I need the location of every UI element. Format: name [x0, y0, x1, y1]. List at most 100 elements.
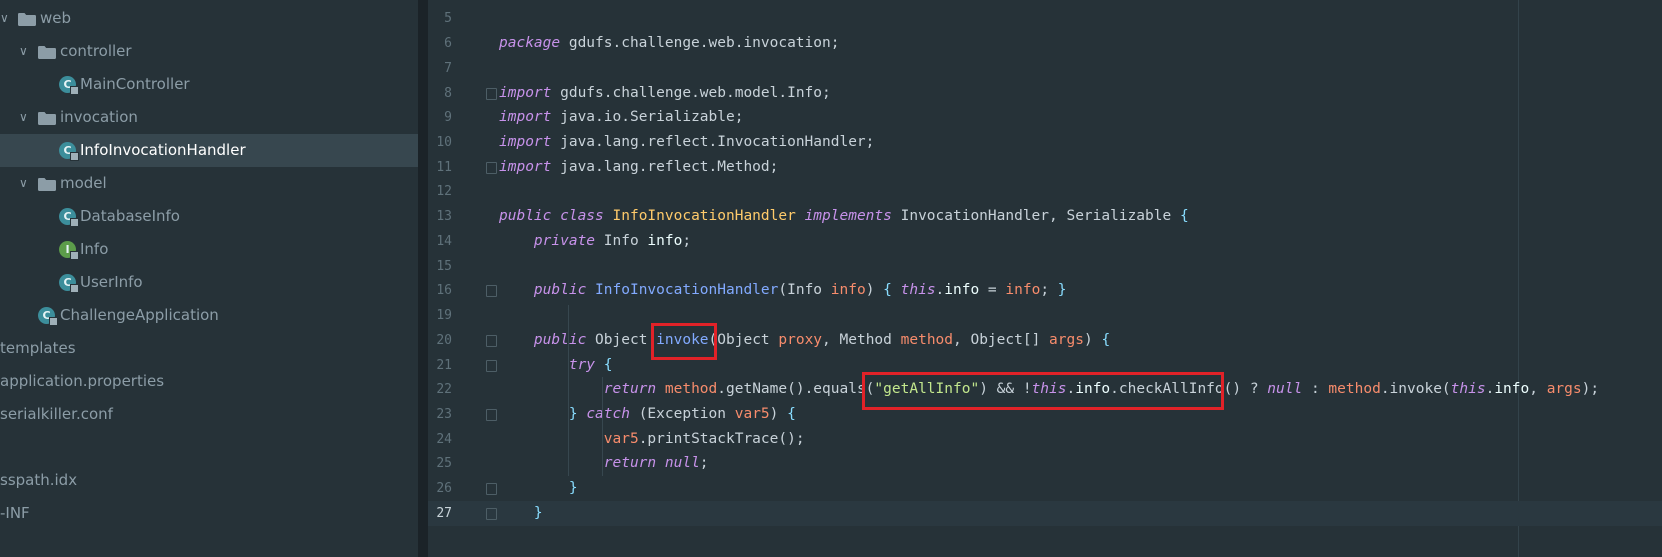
chevron-down-icon[interactable]: ∨	[19, 101, 28, 134]
line-number: 12	[436, 184, 452, 199]
tree-item-web[interactable]: ∨ web	[0, 2, 418, 35]
tree-item-challengeapplication[interactable]: C ChallengeApplication	[0, 299, 418, 332]
code-token: , Method	[822, 332, 901, 348]
code-line[interactable]: 23 } catch (Exception var5) {	[428, 402, 1662, 427]
code-line[interactable]: 6 package gdufs.challenge.web.invocation;	[428, 31, 1662, 56]
code-line[interactable]: 20 public Object invoke(Object proxy, Me…	[428, 328, 1662, 353]
tree-item-info[interactable]: I Info	[0, 233, 418, 266]
fold-marker-icon[interactable]	[486, 335, 497, 347]
code-token: Object	[586, 332, 657, 348]
code-token: InfoInvocationHandler	[612, 208, 796, 224]
code-line[interactable]: 11 import java.lang.reflect.Method;	[428, 155, 1662, 180]
tree-item-inf[interactable]: -INF	[0, 497, 418, 530]
tree-item-invocation[interactable]: ∨ invocation	[0, 101, 418, 134]
code-line[interactable]: 25 return null;	[428, 451, 1662, 476]
tree-item-label: InfoInvocationHandler	[80, 141, 246, 159]
fold-marker-icon[interactable]	[486, 508, 497, 520]
tree-item-serialkiller-conf[interactable]: serialkiller.conf	[0, 398, 418, 431]
fold-marker-icon[interactable]	[486, 88, 497, 100]
code-token: null	[1267, 381, 1303, 397]
tree-item-label: invocation	[60, 108, 138, 126]
chevron-down-icon[interactable]: ∨	[19, 35, 28, 68]
interface-icon: I	[59, 241, 79, 260]
line-number: 24	[436, 432, 452, 447]
code-token: private	[533, 233, 596, 249]
tree-item-label: sspath.idx	[0, 471, 78, 489]
tree-item-templates[interactable]: templates	[0, 332, 418, 365]
class-icon: C	[59, 208, 79, 227]
panel-splitter[interactable]	[418, 0, 428, 557]
code-text: import gdufs.challenge.web.model.Info;	[499, 81, 831, 106]
tree-item-maincontroller[interactable]: C MainController	[0, 68, 418, 101]
fold-marker-icon[interactable]	[486, 483, 497, 495]
lock-badge-icon	[49, 317, 58, 326]
code-line[interactable]: 21 try {	[428, 353, 1662, 378]
line-number: 20	[436, 333, 452, 348]
code-token: InvocationHandler, Serializable	[891, 208, 1180, 224]
lock-badge-icon	[70, 218, 79, 227]
code-text: import java.lang.reflect.Method;	[499, 155, 778, 180]
code-token: {	[787, 406, 796, 422]
fold-marker-icon[interactable]	[486, 409, 497, 421]
code-token: .invoke(	[1380, 381, 1451, 397]
code-line[interactable]: 8 import gdufs.challenge.web.model.Info;	[428, 81, 1662, 106]
code-token: {	[1101, 332, 1111, 348]
code-editor[interactable]: 5 6 package gdufs.challenge.web.invocation…	[428, 0, 1662, 557]
code-token: public class	[499, 208, 604, 224]
folder-icon	[38, 112, 56, 125]
code-line[interactable]: 26 }	[428, 476, 1662, 501]
class-icon: C	[59, 76, 79, 95]
code-token: }	[568, 406, 578, 422]
code-token: "getAllInfo"	[874, 381, 980, 397]
code-text: try {	[499, 353, 613, 378]
fold-marker-icon[interactable]	[486, 285, 497, 297]
line-number: 25	[436, 456, 452, 471]
code-line[interactable]: 27 }	[428, 501, 1662, 526]
code-line[interactable]: 13 public class InfoInvocationHandler imp…	[428, 204, 1662, 229]
line-number: 27	[436, 506, 452, 521]
tree-item-userinfo[interactable]: C UserInfo	[0, 266, 418, 299]
code-token: this	[900, 282, 936, 298]
line-number: 7	[444, 61, 452, 76]
code-token: invoke	[656, 332, 709, 348]
tree-item-label: ChallengeApplication	[60, 306, 219, 324]
code-token: .getName().equals(	[717, 381, 875, 397]
code-line[interactable]: 16 public InfoInvocationHandler(Info inf…	[428, 278, 1662, 303]
code-token: }	[533, 505, 543, 521]
code-token: ;	[682, 233, 692, 249]
fold-marker-icon[interactable]	[486, 360, 497, 372]
code-line[interactable]: 5	[428, 6, 1662, 31]
folder-icon	[38, 46, 56, 59]
chevron-down-icon[interactable]: ∨	[0, 2, 9, 35]
code-token: catch	[586, 406, 630, 422]
tree-item-label: UserInfo	[80, 273, 143, 291]
chevron-down-icon[interactable]: ∨	[19, 167, 28, 200]
code-token: public	[533, 332, 587, 348]
code-line[interactable]: 14 private Info info;	[428, 229, 1662, 254]
code-line[interactable]: 9 import java.io.Serializable;	[428, 105, 1662, 130]
tree-item-controller[interactable]: ∨ controller	[0, 35, 418, 68]
code-line[interactable]: 10 import java.lang.reflect.InvocationHan…	[428, 130, 1662, 155]
tree-item-model[interactable]: ∨ model	[0, 167, 418, 200]
code-line[interactable]: 12	[428, 179, 1662, 204]
code-line[interactable]: 19	[428, 303, 1662, 328]
tree-item-label: serialkiller.conf	[0, 405, 113, 423]
tree-item-sspath-idx[interactable]: sspath.idx	[0, 464, 418, 497]
tree-item-infoinvocationhandler[interactable]: C InfoInvocationHandler	[0, 134, 418, 167]
code-token: (Exception	[629, 406, 735, 422]
line-number: 22	[436, 382, 452, 397]
tree-item-label: DatabaseInfo	[80, 207, 180, 225]
tree-item-databaseinfo[interactable]: C DatabaseInfo	[0, 200, 418, 233]
code-line[interactable]: 24 var5.printStackTrace();	[428, 427, 1662, 452]
code-line[interactable]: 15	[428, 254, 1662, 279]
tree-item-application-properties[interactable]: application.properties	[0, 365, 418, 398]
code-text: public class InfoInvocationHandler imple…	[499, 204, 1189, 229]
fold-marker-icon[interactable]	[486, 162, 497, 174]
code-token: info	[830, 282, 866, 298]
code-line[interactable]: 7	[428, 56, 1662, 81]
code-line[interactable]: 22 return method.getName().equals("getAl…	[428, 377, 1662, 402]
line-number: 13	[436, 209, 452, 224]
code-token: public	[533, 282, 587, 298]
